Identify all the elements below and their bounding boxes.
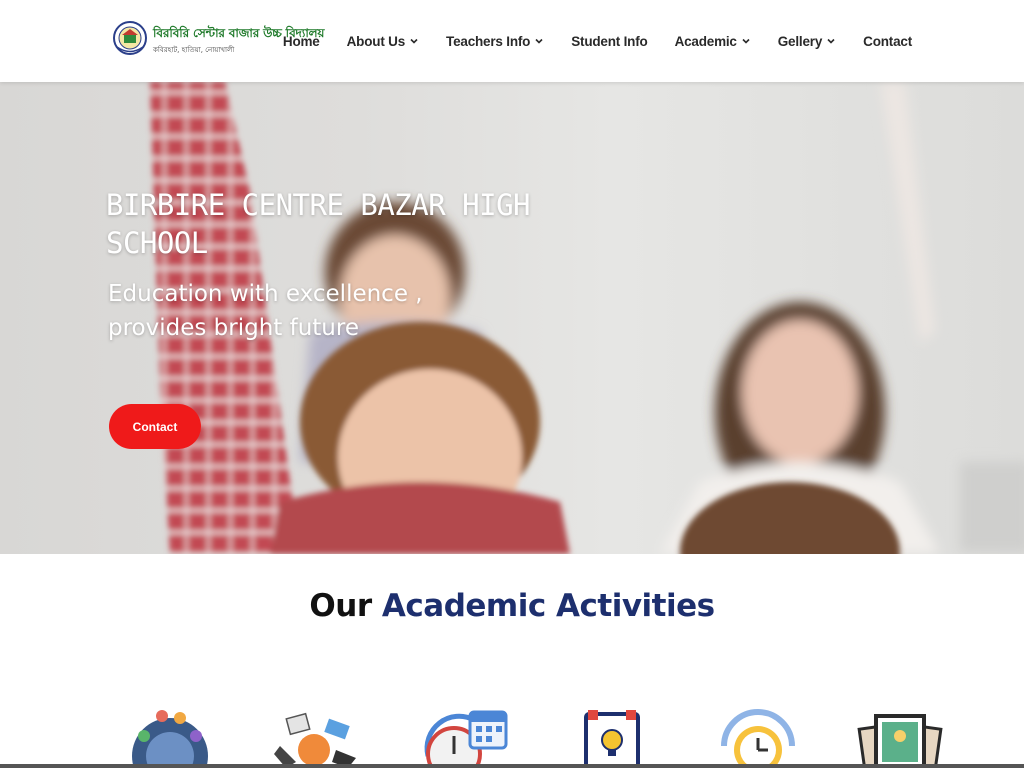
nav-student-info-label: Student Info <box>571 33 648 49</box>
nav-home[interactable]: Home <box>283 34 320 49</box>
hero-subtitle: Education with excellence , provides bri… <box>108 281 423 341</box>
section-title: Our Academic Activities <box>0 588 1024 624</box>
nav-about-us-label: About Us <box>346 33 406 49</box>
learning-tools-icon[interactable] <box>266 706 362 768</box>
chevron-down-icon <box>742 38 750 44</box>
photo-gallery-icon[interactable] <box>852 706 948 768</box>
nav-home-label: Home <box>282 33 320 49</box>
site-header: বিরবিরি সেন্টার বাজার উচ্চ বিদ্যালয় কবি… <box>0 0 1024 82</box>
nav-teachers-info[interactable]: Teachers Info <box>446 34 544 49</box>
idea-clipboard-icon[interactable] <box>564 706 660 768</box>
calendar-schedule-icon[interactable] <box>418 706 514 768</box>
chevron-down-icon <box>410 38 418 44</box>
nav-contact-label: Contact <box>863 33 912 49</box>
school-logo[interactable]: বিরবিরি সেন্টার বাজার উচ্চ বিদ্যালয় কবি… <box>112 18 324 62</box>
nav-academic-label: Academic <box>674 33 737 49</box>
nav-student-info[interactable]: Student Info <box>571 33 648 49</box>
nav-gallery-label: Gellery <box>777 33 823 49</box>
hero-title: BIRBIRE CENTRE BAZAR HIGH SCHOOL <box>106 188 531 260</box>
clock-icon[interactable] <box>710 706 806 768</box>
hero-contact-button[interactable]: Contact <box>109 404 201 449</box>
logo-subtitle: কবিরহাট, হাতিয়া, নোয়াখালী <box>153 46 235 54</box>
nav-contact[interactable]: Contact <box>863 34 912 49</box>
students-group-icon[interactable] <box>122 706 218 768</box>
section-title-part2: Academic Activities <box>381 588 715 624</box>
nav-about-us[interactable]: About Us <box>347 34 419 49</box>
school-emblem-icon <box>113 21 147 55</box>
hero-banner: BIRBIRE CENTRE BAZAR HIGH SCHOOL Educati… <box>0 82 1024 554</box>
chevron-down-icon <box>535 38 543 44</box>
section-title-part1: Our <box>309 588 372 624</box>
nav-gallery[interactable]: Gellery <box>778 34 836 49</box>
nav-academic[interactable]: Academic <box>675 34 751 49</box>
main-nav: Home About Us Teachers Info Student Info… <box>283 0 912 82</box>
nav-teachers-info-label: Teachers Info <box>446 33 531 49</box>
chevron-down-icon <box>827 38 835 44</box>
bottom-edge-bar <box>0 764 1024 768</box>
